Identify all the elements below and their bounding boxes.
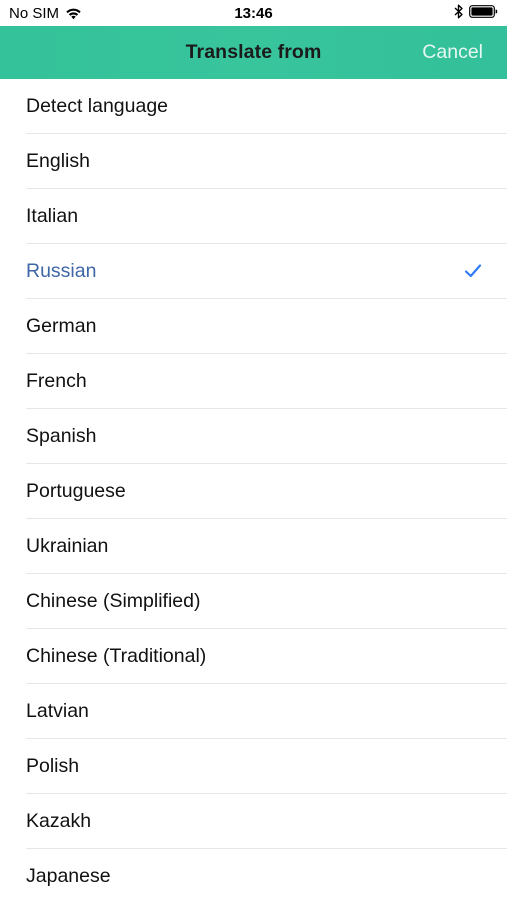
language-option-label: Latvian [26, 700, 89, 722]
language-option-label: Chinese (Traditional) [26, 645, 207, 667]
language-option-english[interactable]: English [0, 134, 507, 189]
language-option-kazakh[interactable]: Kazakh [0, 794, 507, 849]
language-option-label: Kazakh [26, 810, 92, 832]
language-option-label: Italian [26, 205, 79, 227]
language-option-latvian[interactable]: Latvian [0, 684, 507, 739]
language-option-german[interactable]: German [0, 299, 507, 354]
language-option-label: Ukrainian [26, 535, 109, 557]
language-option-detect-language[interactable]: Detect language [0, 79, 507, 134]
status-right [454, 4, 498, 19]
language-option-ukrainian[interactable]: Ukrainian [0, 519, 507, 574]
language-option-label: Polish [26, 755, 80, 777]
language-option-chinese-simplified[interactable]: Chinese (Simplified) [0, 574, 507, 629]
nav-bar: Translate from Cancel [0, 26, 507, 79]
language-option-portuguese[interactable]: Portuguese [0, 464, 507, 519]
language-option-spanish[interactable]: Spanish [0, 409, 507, 464]
language-option-label: Detect language [26, 95, 169, 117]
language-option-label: German [26, 315, 97, 337]
language-option-italian[interactable]: Italian [0, 189, 507, 244]
status-time: 13:46 [234, 5, 273, 22]
language-option-label: French [26, 370, 87, 392]
language-list: Detect language English Italian Russian Germ… [0, 79, 507, 900]
language-option-french[interactable]: French [0, 354, 507, 409]
language-option-label: Spanish [26, 425, 97, 447]
language-option-polish[interactable]: Polish [0, 739, 507, 794]
language-option-chinese-traditional[interactable]: Chinese (Traditional) [0, 629, 507, 684]
bluetooth-icon [454, 4, 463, 19]
battery-icon [469, 5, 498, 18]
language-option-label: Portuguese [26, 480, 126, 502]
language-option-japanese[interactable]: Japanese [0, 849, 507, 900]
status-bar: No SIM 13:46 [0, 0, 507, 26]
app-screen: No SIM 13:46 Translate from Cancel Detec… [0, 0, 507, 900]
language-option-label: English [26, 150, 90, 172]
checkmark-icon [464, 263, 482, 279]
language-option-label: Russian [26, 260, 97, 282]
language-option-russian[interactable]: Russian [0, 244, 507, 299]
language-option-label: Chinese (Simplified) [26, 590, 201, 612]
language-option-label: Japanese [26, 865, 111, 887]
cancel-button[interactable]: Cancel [422, 41, 483, 64]
